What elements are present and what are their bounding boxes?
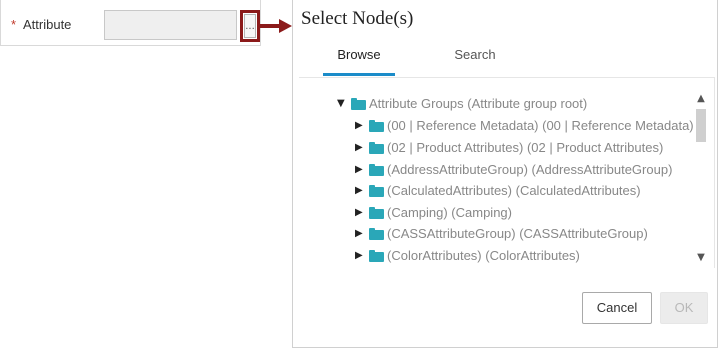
tab-search[interactable]: Search [435, 40, 515, 76]
triangle-right-icon[interactable]: ▶ [355, 202, 367, 224]
tab-browse[interactable]: Browse [323, 40, 395, 76]
browse-button[interactable]: ... [244, 14, 256, 38]
tree-node[interactable]: ▶ (CASSAttributeGroup) (CASSAttributeGrou… [355, 223, 648, 245]
browse-button-highlight: ... [240, 10, 260, 42]
scroll-down-icon[interactable]: ▼ [694, 251, 708, 265]
folder-icon [369, 228, 384, 240]
folder-icon [351, 98, 366, 110]
ok-button[interactable]: OK [660, 292, 708, 324]
dialog-tabs: Browse Search [293, 40, 718, 76]
tree-node-label: Attribute Groups (Attribute group root) [369, 96, 588, 111]
tree-node[interactable]: ▶ (Camping) (Camping) [355, 202, 512, 224]
select-node-dialog: Select Node(s) Browse Search ▼ Attribute … [292, 0, 718, 348]
tree-node[interactable]: ▶ (00 | Reference Metadata) (00 | Referen… [355, 115, 694, 137]
scrollbar-thumb[interactable] [696, 109, 706, 142]
scroll-up-icon[interactable]: ▲ [694, 92, 708, 106]
folder-icon [369, 142, 384, 154]
folder-icon [369, 164, 384, 176]
tree-node[interactable]: ▶ (CalculatedAttributes) (CalculatedAttri… [355, 180, 641, 202]
attribute-label: Attribute [23, 17, 72, 32]
folder-icon [369, 250, 384, 262]
attribute-input[interactable] [104, 10, 237, 40]
tree-node-label: (Camping) (Camping) [387, 205, 512, 220]
dialog-title: Select Node(s) [301, 8, 414, 29]
tree-node[interactable]: ▶ (ColorAttributes) (ColorAttributes) [355, 245, 580, 267]
tree-node[interactable]: ▶ (02 | Product Attributes) (02 | Product… [355, 137, 663, 159]
tree-node-label: (ColorAttributes) (ColorAttributes) [387, 248, 580, 263]
tree-node-label: (AddressAttributeGroup) (AddressAttribut… [387, 162, 673, 177]
tree-node-label: (CalculatedAttributes) (CalculatedAttrib… [387, 183, 641, 198]
folder-icon [369, 207, 384, 219]
cancel-button[interactable]: Cancel [582, 292, 652, 324]
triangle-right-icon[interactable]: ▶ [355, 137, 367, 159]
folder-icon [369, 120, 384, 132]
triangle-right-icon[interactable]: ▶ [355, 159, 367, 181]
tree-node[interactable]: ▶ (AddressAttributeGroup) (AddressAttribu… [355, 159, 672, 181]
tree-node-label: (02 | Product Attributes) (02 | Product … [387, 140, 664, 155]
triangle-right-icon[interactable]: ▶ [355, 115, 367, 137]
triangle-right-icon[interactable]: ▶ [355, 245, 367, 267]
folder-icon [369, 185, 384, 197]
tree-node-label: (00 | Reference Metadata) (00 | Referenc… [387, 118, 694, 133]
required-marker: * [11, 17, 17, 32]
node-tree: ▼ Attribute Groups (Attribute group root)… [299, 77, 715, 268]
tree-root-node[interactable]: ▼ Attribute Groups (Attribute group root) [337, 93, 587, 115]
callout-arrow-icon [259, 19, 292, 33]
triangle-right-icon[interactable]: ▶ [355, 180, 367, 202]
triangle-down-icon[interactable]: ▼ [337, 93, 349, 115]
triangle-right-icon[interactable]: ▶ [355, 223, 367, 245]
tree-node-label: (CASSAttributeGroup) (CASSAttributeGroup… [387, 226, 648, 241]
attribute-field-panel: * Attribute ... [0, 0, 261, 46]
tree-scrollbar[interactable]: ▲ ▼ [694, 92, 708, 265]
